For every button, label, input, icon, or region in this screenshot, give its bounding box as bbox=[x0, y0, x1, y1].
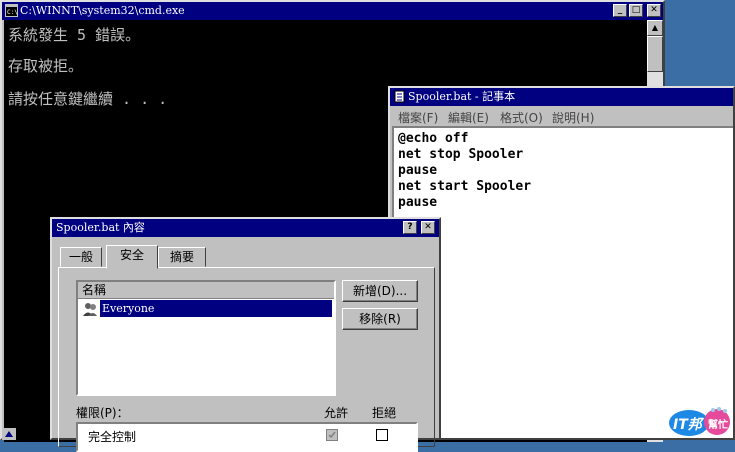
menu-help[interactable]: 說明(H) bbox=[552, 109, 594, 126]
logo-subtext: 幫忙 bbox=[708, 420, 728, 431]
console-line: 系統發生 5 錯誤。 bbox=[8, 26, 141, 44]
code-line: net start Spooler bbox=[398, 179, 532, 194]
properties-dialog[interactable]: Spooler.bat 內容 ? ✕ 一般 安全 摘要 名稱 Everyone … bbox=[50, 217, 441, 452]
close-button[interactable]: ✕ bbox=[647, 4, 661, 17]
minimize-button[interactable]: _ bbox=[613, 4, 627, 17]
console-line: 存取被拒。 bbox=[8, 57, 84, 75]
menu-edit[interactable]: 編輯(E) bbox=[448, 109, 489, 126]
help-button[interactable]: ? bbox=[403, 221, 417, 234]
notepad-menu-bar: 檔案(F) 編輯(E) 格式(O) 說明(H) bbox=[390, 106, 733, 126]
scroll-thumb[interactable] bbox=[647, 36, 663, 72]
notepad-title: Spooler.bat - 記事本 bbox=[408, 90, 516, 103]
cmd-icon: C:\ bbox=[5, 4, 18, 17]
remove-button[interactable]: 移除(R) bbox=[342, 308, 418, 330]
names-list[interactable]: 名稱 Everyone bbox=[76, 280, 336, 396]
maximize-button[interactable]: □ bbox=[629, 4, 643, 17]
code-line: net stop Spooler bbox=[398, 147, 524, 162]
svg-text:C:\: C:\ bbox=[7, 9, 18, 16]
permissions-list[interactable]: 完全控制 bbox=[76, 422, 418, 452]
ithome-logo: IT邦 幫忙 bbox=[667, 404, 733, 438]
scroll-up-icon[interactable]: ▲ bbox=[647, 20, 663, 36]
tab-security[interactable]: 安全 bbox=[106, 245, 158, 269]
menu-format[interactable]: 格式(O) bbox=[500, 109, 543, 126]
permissions-label: 權限(P)： bbox=[76, 406, 129, 420]
tab-summary[interactable]: 摘要 bbox=[158, 247, 206, 267]
tab-general[interactable]: 一般 bbox=[60, 247, 102, 267]
list-item[interactable]: Everyone bbox=[80, 300, 332, 318]
code-line: @echo off bbox=[398, 131, 469, 146]
notepad-text-area[interactable]: @echo off net stop Spooler pause net sta… bbox=[392, 126, 733, 438]
allow-header: 允許 bbox=[324, 406, 349, 420]
checkmark-icon bbox=[328, 431, 336, 439]
everyone-label: Everyone bbox=[100, 300, 332, 317]
add-button[interactable]: 新增(D)... bbox=[342, 280, 418, 302]
users-group-icon bbox=[83, 303, 97, 316]
notepad-title-bar[interactable]: Spooler.bat - 記事本 bbox=[390, 88, 733, 106]
deny-header: 拒絕 bbox=[372, 406, 397, 420]
taskbar-app-icon[interactable] bbox=[2, 428, 16, 440]
security-panel: 名稱 Everyone 新增(D)... 移除(R) 權限(P)： 允許 拒絕 … bbox=[58, 267, 435, 452]
allow-checkbox[interactable] bbox=[326, 429, 338, 441]
code-line: pause bbox=[398, 195, 438, 210]
console-line: 請按任意鍵繼續 . . . bbox=[8, 90, 168, 108]
dialog-close-button[interactable]: ✕ bbox=[421, 221, 435, 234]
notepad-icon bbox=[394, 90, 405, 103]
names-header[interactable]: 名稱 bbox=[78, 282, 334, 299]
permission-name: 完全控制 bbox=[88, 430, 137, 444]
code-line: pause bbox=[398, 163, 438, 178]
logo-text: IT邦 bbox=[673, 417, 702, 433]
menu-file[interactable]: 檔案(F) bbox=[398, 109, 438, 126]
cmd-title-bar[interactable]: C:\ C:\WINNT\system32\cmd.exe bbox=[2, 2, 663, 20]
dialog-title-bar[interactable]: Spooler.bat 內容 bbox=[52, 219, 439, 237]
table-row[interactable]: 完全控制 bbox=[78, 426, 416, 444]
dialog-title: Spooler.bat 內容 bbox=[56, 221, 145, 234]
cmd-title: C:\WINNT\system32\cmd.exe bbox=[20, 4, 185, 17]
deny-checkbox[interactable] bbox=[376, 429, 388, 441]
